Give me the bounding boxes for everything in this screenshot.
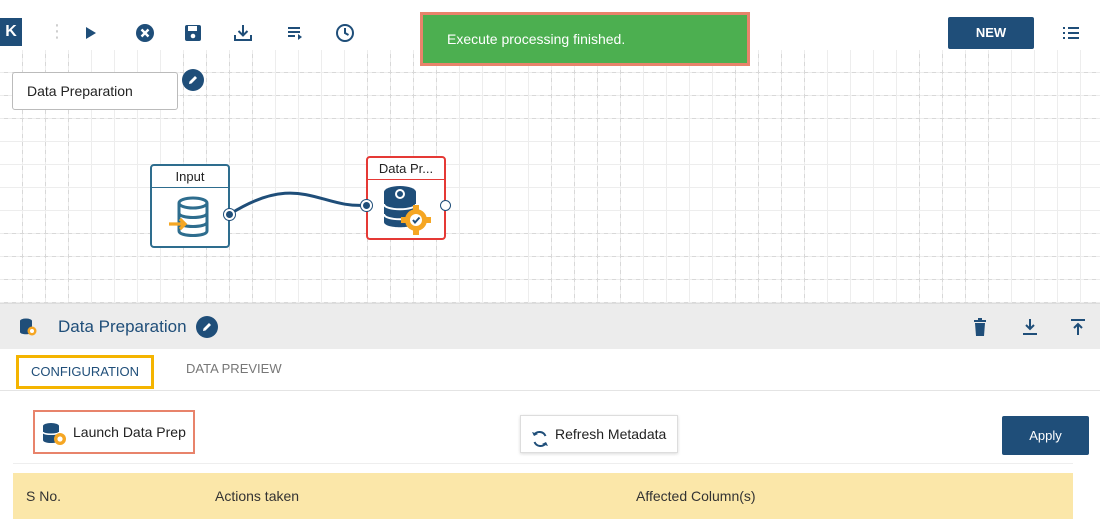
- edit-name-icon[interactable]: [182, 69, 204, 91]
- data-prep-node[interactable]: Data Pr...: [366, 156, 446, 240]
- input-node[interactable]: Input: [150, 164, 230, 248]
- node-title: Data Pr...: [368, 158, 444, 180]
- input-port[interactable]: [361, 200, 372, 211]
- database-input-icon: [152, 188, 228, 248]
- connection-line: [229, 191, 369, 216]
- output-port[interactable]: [440, 200, 451, 211]
- pipeline-name-field[interactable]: Data Preparation: [12, 72, 178, 110]
- output-port[interactable]: [224, 209, 235, 220]
- edit-title-icon[interactable]: [196, 316, 218, 338]
- data-prep-icon: [368, 180, 444, 240]
- node-title: Input: [152, 166, 228, 188]
